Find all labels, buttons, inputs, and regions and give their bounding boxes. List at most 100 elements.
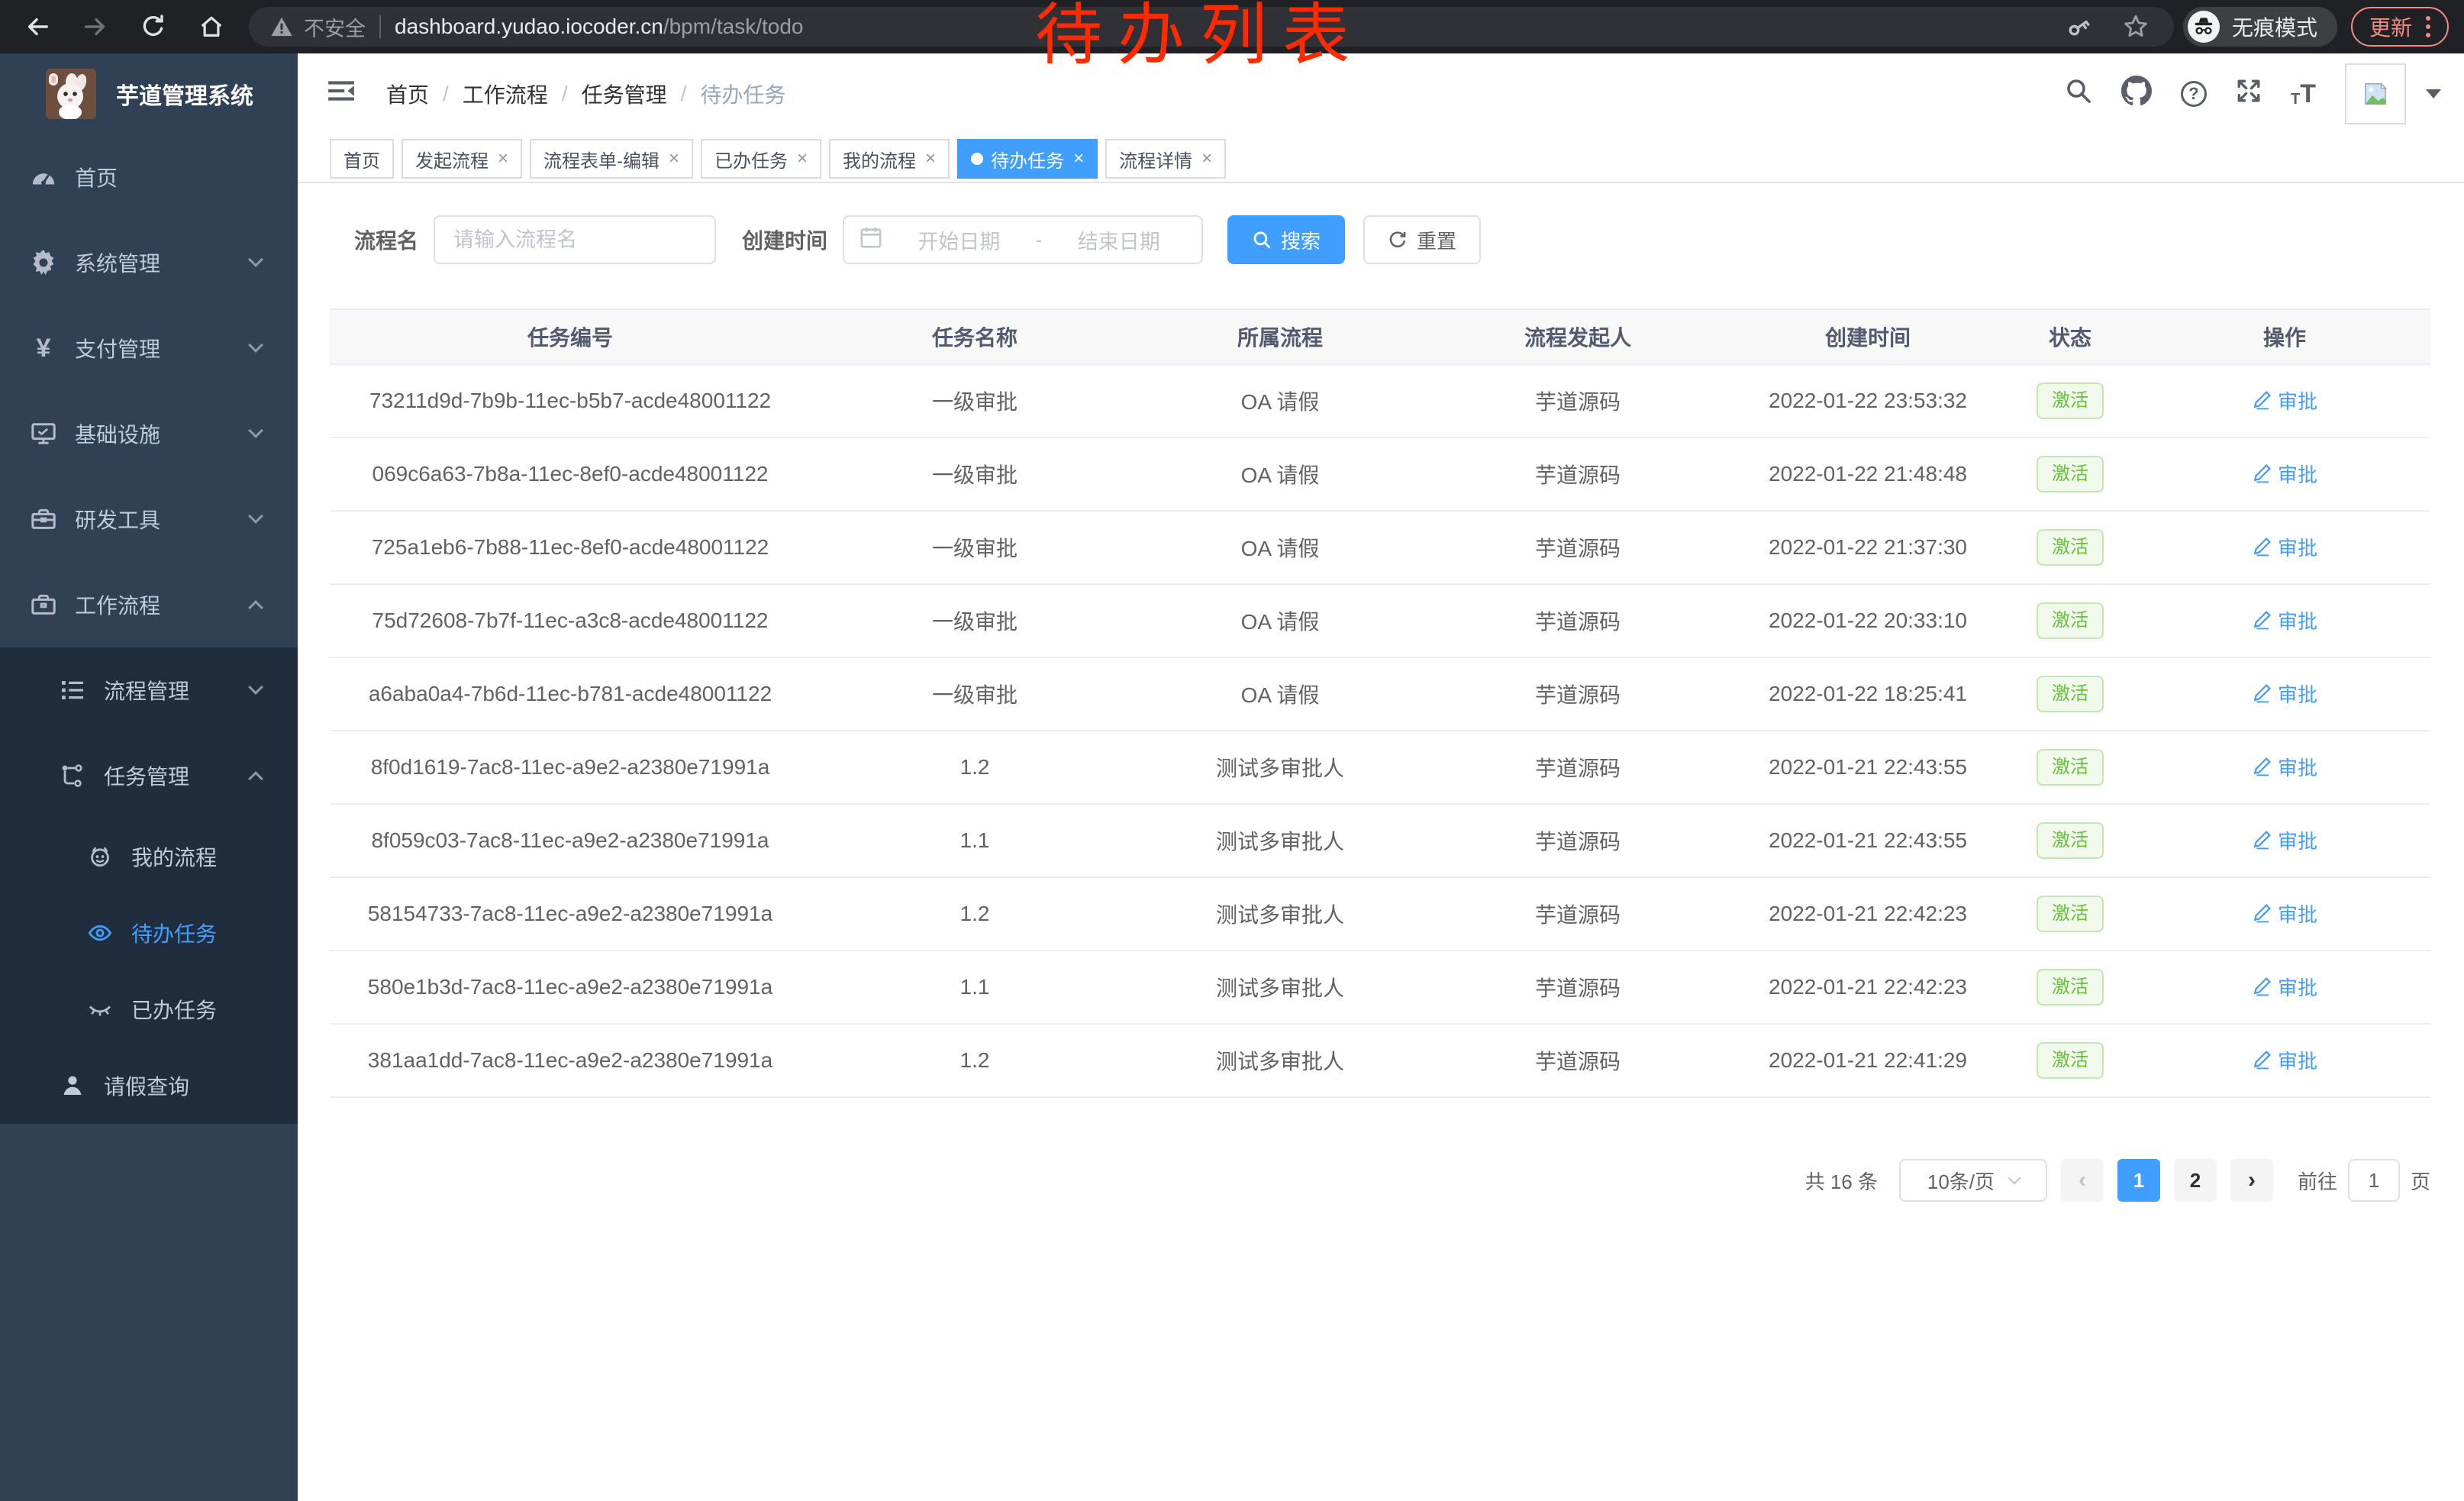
sidebar-item-devtools[interactable]: 研发工具: [0, 476, 298, 562]
task-time: 2022-01-22 20:33:10: [1734, 584, 2001, 657]
sidebar-item-label: 我的流程: [131, 841, 217, 872]
home-icon[interactable]: [198, 14, 224, 40]
sidebar-item-system[interactable]: 系统管理: [0, 220, 298, 305]
sidebar-item-done-tasks[interactable]: 已办任务: [0, 971, 298, 1047]
task-process: 测试多审批人: [1139, 1024, 1421, 1097]
process-name-input[interactable]: [434, 215, 716, 264]
sidebar-item-process-manage[interactable]: 流程管理: [0, 647, 298, 733]
start-date-placeholder[interactable]: 开始日期: [892, 225, 1027, 255]
page-1-button[interactable]: 1: [2117, 1159, 2160, 1202]
page-size-select[interactable]: 10条/页: [1899, 1159, 2047, 1202]
flow-list-icon: [60, 678, 85, 702]
edit-pen-icon: [2252, 537, 2272, 557]
task-starter: 芋道源码: [1421, 877, 1734, 951]
close-icon[interactable]: ×: [1073, 148, 1084, 169]
tab-home[interactable]: 首页: [330, 139, 394, 179]
approve-link[interactable]: 审批: [2252, 606, 2317, 634]
approve-link[interactable]: 审批: [2252, 899, 2317, 928]
sidebar-item-workflow[interactable]: 工作流程: [0, 562, 298, 647]
task-process: OA 请假: [1139, 364, 1421, 437]
edit-pen-icon: [2252, 683, 2272, 703]
task-name: 一级审批: [811, 584, 1139, 657]
todo-task-table: 任务编号 任务名称 所属流程 流程发起人 创建时间 状态 操作 73211d9d…: [330, 308, 2430, 1098]
range-separator: -: [1036, 228, 1043, 252]
sidebar-item-label: 任务管理: [104, 760, 189, 791]
approve-link[interactable]: 审批: [2252, 753, 2317, 781]
col-status: 状态: [2001, 309, 2139, 364]
url-path: /bpm/task/todo: [663, 15, 804, 39]
reload-icon[interactable]: [140, 14, 166, 40]
close-icon[interactable]: ×: [925, 148, 936, 169]
table-row: 8f059c03-7ac8-11ec-a9e2-a2380e71991a1.1测…: [330, 804, 2430, 877]
sidebar-item-my-process[interactable]: 我的流程: [0, 818, 298, 895]
approve-link[interactable]: 审批: [2252, 460, 2317, 488]
sidebar-item-label: 工作流程: [75, 589, 160, 620]
back-icon[interactable]: [24, 14, 50, 40]
sidebar-collapse-icon[interactable]: [321, 70, 362, 118]
github-icon[interactable]: [2121, 76, 2152, 112]
tab-start-process[interactable]: 发起流程×: [402, 139, 522, 179]
avatar[interactable]: [2345, 63, 2406, 124]
sidebar-item-todo-tasks[interactable]: 待办任务: [0, 895, 298, 971]
tab-todo-tasks[interactable]: 待办任务×: [957, 139, 1098, 179]
search-icon[interactable]: [2065, 77, 2092, 111]
close-icon[interactable]: ×: [669, 148, 679, 169]
approve-link[interactable]: 审批: [2252, 1046, 2317, 1074]
address-bar[interactable]: 不安全 dashboard.yudao.iocoder.cn/bpm/task/…: [249, 7, 2174, 47]
password-key-icon[interactable]: [2066, 13, 2093, 40]
prev-page-button[interactable]: ‹: [2061, 1159, 2104, 1202]
sidebar-item-label: 基础设施: [75, 418, 160, 449]
breadcrumb-home[interactable]: 首页: [386, 79, 429, 109]
task-time: 2022-01-21 22:43:55: [1734, 804, 2001, 877]
reset-button[interactable]: 重置: [1363, 215, 1481, 264]
next-page-button[interactable]: ›: [2230, 1159, 2273, 1202]
search-button[interactable]: 搜索: [1227, 215, 1345, 264]
breadcrumb-workflow[interactable]: 工作流程: [463, 79, 548, 109]
browser-menu-icon[interactable]: [2426, 16, 2430, 37]
approve-link[interactable]: 审批: [2252, 533, 2317, 561]
breadcrumb-task-manage[interactable]: 任务管理: [582, 79, 667, 109]
fullscreen-icon[interactable]: [2236, 78, 2262, 110]
update-label[interactable]: 更新: [2369, 11, 2412, 42]
sidebar-item-leave-query[interactable]: 请假查询: [0, 1047, 298, 1124]
task-name: 一级审批: [811, 657, 1139, 731]
page-2-button[interactable]: 2: [2174, 1159, 2217, 1202]
task-process: OA 请假: [1139, 511, 1421, 584]
close-icon[interactable]: ×: [1201, 148, 1212, 169]
forward-icon[interactable]: [82, 14, 108, 40]
approve-link[interactable]: 审批: [2252, 826, 2317, 854]
approve-link[interactable]: 审批: [2252, 973, 2317, 1001]
task-starter: 芋道源码: [1421, 584, 1734, 657]
table-row: 73211d9d-7b9b-11ec-b5b7-acde48001122一级审批…: [330, 364, 2430, 437]
approve-link[interactable]: 审批: [2252, 679, 2317, 708]
close-icon[interactable]: ×: [498, 148, 508, 169]
approve-link[interactable]: 审批: [2252, 386, 2317, 415]
not-secure-label[interactable]: 不安全: [304, 12, 366, 42]
table-row: 75d72608-7b7f-11ec-a3c8-acde48001122一级审批…: [330, 584, 2430, 657]
app-logo-row[interactable]: 芋道管理系统: [0, 53, 298, 134]
breadcrumb-separator: /: [443, 82, 449, 106]
tab-done-tasks[interactable]: 已办任务×: [701, 139, 821, 179]
avatar-dropdown-caret-icon[interactable]: [2426, 89, 2441, 98]
tab-process-detail[interactable]: 流程详情×: [1105, 139, 1226, 179]
close-icon[interactable]: ×: [797, 148, 808, 169]
task-time: 2022-01-21 22:41:29: [1734, 1024, 2001, 1097]
face-icon: [87, 844, 113, 869]
goto-page-input[interactable]: [2348, 1159, 2400, 1202]
update-button[interactable]: 更新: [2351, 7, 2449, 47]
tab-my-process[interactable]: 我的流程×: [829, 139, 950, 179]
help-icon[interactable]: ?: [2181, 81, 2207, 107]
calendar-icon: [859, 226, 882, 254]
date-range-picker[interactable]: 开始日期 - 结束日期: [843, 215, 1203, 264]
sidebar-item-home[interactable]: 首页: [0, 134, 298, 220]
gear-icon: [31, 250, 56, 276]
font-size-icon[interactable]: TT: [2291, 81, 2316, 107]
task-id: 73211d9d-7b9b-11ec-b5b7-acde48001122: [330, 364, 811, 437]
sidebar-item-task-manage[interactable]: 任务管理: [0, 733, 298, 818]
tab-process-form-edit[interactable]: 流程表单-编辑×: [530, 139, 693, 179]
sidebar-item-pay[interactable]: ¥ 支付管理: [0, 305, 298, 391]
sidebar-item-infra[interactable]: 基础设施: [0, 391, 298, 476]
end-date-placeholder[interactable]: 结束日期: [1051, 225, 1186, 255]
bookmark-star-icon[interactable]: [2122, 13, 2150, 40]
edit-pen-icon: [2252, 463, 2272, 483]
